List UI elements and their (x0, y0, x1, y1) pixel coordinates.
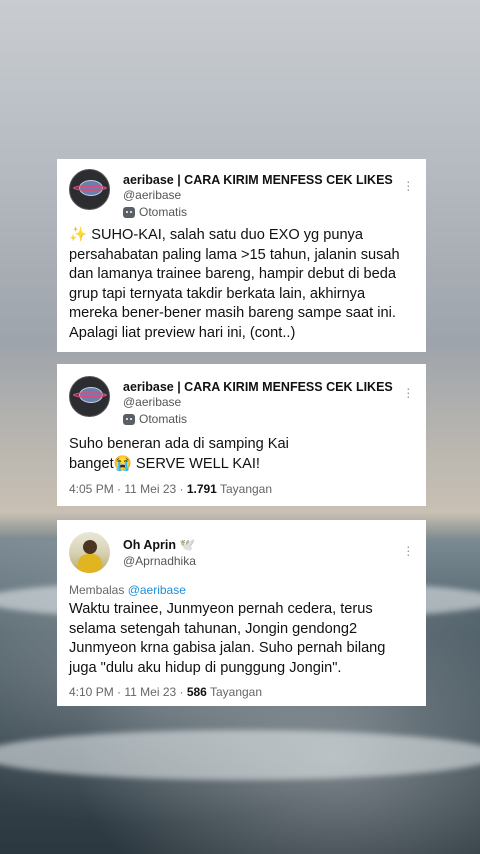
view-label: Tayangan (216, 482, 273, 496)
more-options-icon[interactable]: · · · (406, 381, 411, 403)
avatar[interactable] (69, 169, 110, 210)
wave (0, 730, 480, 780)
tweet-text: Waktu trainee, Junmyeon pernah cedera, t… (69, 601, 386, 676)
display-name[interactable]: aeribase | CARA KIRIM MENFESS CEK LIKES (123, 173, 393, 187)
replying-to-prefix: Membalas (69, 583, 128, 597)
tweet-card[interactable]: aeribase | CARA KIRIM MENFESS CEK LIKES … (57, 364, 426, 506)
robot-icon (123, 413, 135, 425)
automated-label: Otomatis (123, 412, 393, 426)
tweet-meta: 4:05 PM · 11 Mei 23 · 1.791 Tayangan (69, 482, 272, 496)
ring-icon (73, 392, 107, 398)
view-label: Tayangan (206, 685, 263, 699)
avatar[interactable] (69, 376, 110, 417)
more-options-icon[interactable]: · · · (406, 174, 411, 196)
tweet-text: Suho beneran ada di samping Kai banget😭 … (69, 436, 289, 472)
tweet-meta: 4:10 PM · 11 Mei 23 · 586 Tayangan (69, 685, 262, 699)
view-count: 586 (186, 685, 207, 699)
ring-icon (73, 185, 107, 191)
replying-to-handle[interactable]: @aeribase (128, 583, 186, 597)
avatar-body (78, 554, 102, 573)
automated-label-text: Otomatis (139, 205, 188, 219)
user-handle[interactable]: @aeribase (123, 395, 393, 409)
display-name[interactable]: aeribase | CARA KIRIM MENFESS CEK LIKES (123, 380, 393, 394)
tweet-card[interactable]: aeribase | CARA KIRIM MENFESS CEK LIKES … (57, 159, 426, 352)
replying-to: Membalas @aeribase (69, 583, 186, 597)
avatar[interactable] (69, 532, 110, 573)
timestamp[interactable]: 4:10 PM · 11 Mei 23 · (69, 685, 187, 699)
more-options-icon[interactable]: · · · (406, 539, 411, 561)
display-name[interactable]: Oh Aprin 🕊️ (123, 538, 196, 553)
user-handle[interactable]: @aeribase (123, 188, 393, 202)
view-count: 1.791 (186, 482, 217, 496)
timestamp[interactable]: 4:05 PM · 11 Mei 23 · (69, 482, 187, 496)
user-handle[interactable]: @Aprnadhika (123, 554, 196, 568)
automated-label-text: Otomatis (139, 412, 188, 426)
tweet-card[interactable]: Oh Aprin 🕊️ @Aprnadhika · · · Membalas @ae… (57, 520, 426, 706)
robot-icon (123, 206, 135, 218)
avatar-head (83, 540, 97, 554)
tweet-text: ✨ SUHO-KAI, salah satu duo EXO yg punya … (69, 227, 400, 341)
automated-label: Otomatis (123, 205, 393, 219)
